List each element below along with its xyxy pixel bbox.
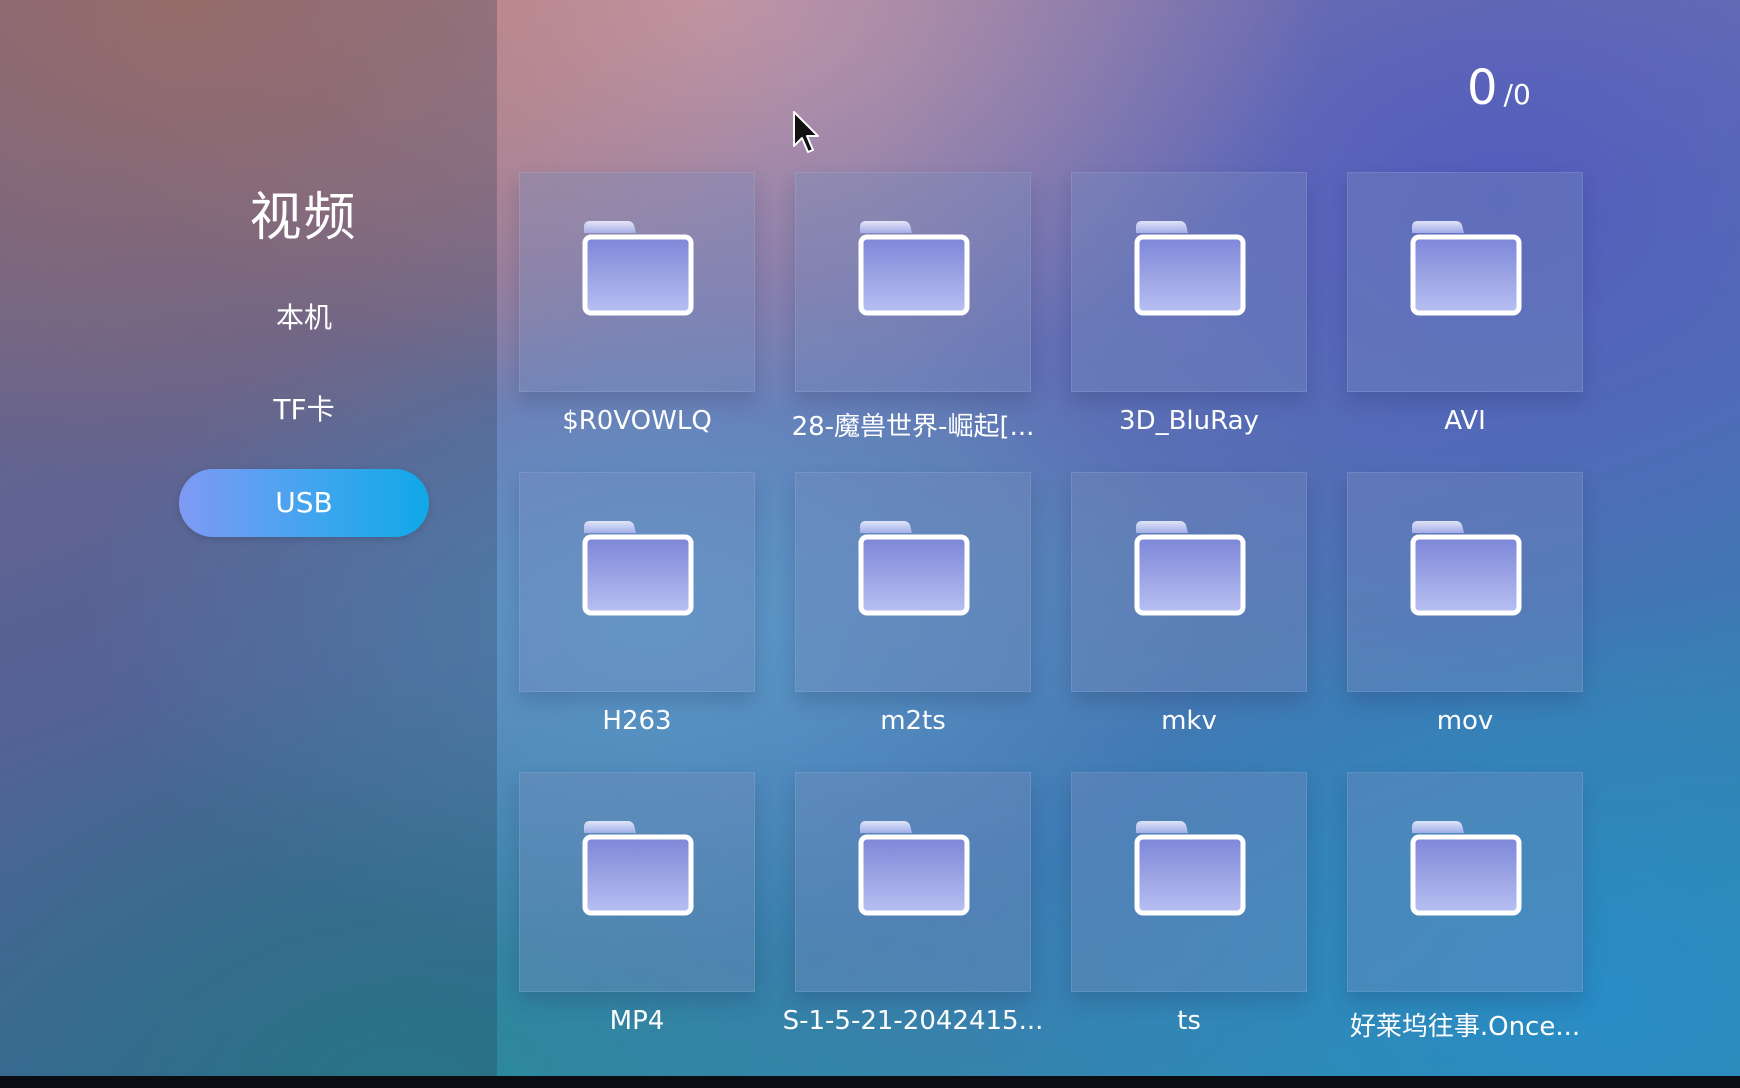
folder-icon [858,217,970,317]
folder-tile[interactable]: 28-魔兽世界-崛起[... [792,172,1034,443]
folder-icon [858,817,970,917]
counter-total: /0 [1503,78,1531,111]
folder-tile-box[interactable] [1347,172,1583,392]
nav-item-tf-card[interactable]: TF卡 [179,376,429,444]
nav-item-local[interactable]: 本机 [179,284,429,352]
folder-label: ts [1177,1006,1201,1036]
folder-tile[interactable]: S-1-5-21-2042415... [783,772,1043,1036]
mouse-pointer-icon [793,111,819,153]
folder-icon [1134,217,1246,317]
item-counter: 0/0 [1467,60,1531,116]
folder-label: $R0VOWLQ [562,406,712,436]
folder-icon [582,517,694,617]
folder-tile-box[interactable] [1071,772,1307,992]
folder-icon [582,217,694,317]
folder-icon [582,817,694,917]
folder-label: 3D_BluRay [1119,406,1259,436]
folder-label: mkv [1161,706,1217,736]
folder-tile[interactable]: $R0VOWLQ [519,172,755,436]
folder-label: MP4 [609,1006,665,1036]
folder-tile[interactable]: H263 [519,472,755,736]
folder-tile-box[interactable] [519,172,755,392]
folder-tile-box[interactable] [1071,472,1307,692]
folder-label: m2ts [880,706,946,736]
sidebar: 视频 本机 TF卡 USB [0,0,497,1076]
folder-tile-box[interactable] [795,472,1031,692]
folder-icon [1410,217,1522,317]
folder-tile[interactable]: ts [1071,772,1307,1036]
folder-label: 好莱坞往事.Once... [1349,1012,1581,1042]
folder-tile[interactable]: MP4 [519,772,755,1036]
folder-tile[interactable]: m2ts [795,472,1031,736]
folder-tile-box[interactable] [519,772,755,992]
folder-icon [1410,817,1522,917]
folder-tile-box[interactable] [1347,472,1583,692]
folder-tile-box[interactable] [1347,772,1583,992]
folder-tile-box[interactable] [795,772,1031,992]
folder-tile-box[interactable] [1071,172,1307,392]
folder-tile[interactable]: mkv [1071,472,1307,736]
folder-tile[interactable]: AVI [1347,172,1583,436]
video-browser-screen: 视频 本机 TF卡 USB 0/0 $R0VOWLQ 28-魔兽世界-崛起[..… [0,0,1740,1088]
folder-tile[interactable]: 3D_BluRay [1071,172,1307,436]
counter-current: 0 [1467,60,1498,116]
folder-icon [858,517,970,617]
folder-tile-box[interactable] [519,472,755,692]
folder-label: 28-魔兽世界-崛起[... [791,412,1035,442]
folder-icon [1134,517,1246,617]
folder-label: S-1-5-21-2042415... [782,1006,1044,1036]
sidebar-title: 视频 [249,188,358,248]
folder-label: AVI [1444,406,1486,436]
nav-item-usb[interactable]: USB [179,469,429,537]
folder-tile-box[interactable] [795,172,1031,392]
bottom-edge [0,1076,1740,1088]
folder-tile[interactable]: 好莱坞往事.Once... [1347,772,1583,1043]
folder-icon [1410,517,1522,617]
folder-label: mov [1436,706,1494,736]
folder-tile[interactable]: mov [1347,472,1583,736]
folder-label: H263 [602,706,672,736]
folder-icon [1134,817,1246,917]
